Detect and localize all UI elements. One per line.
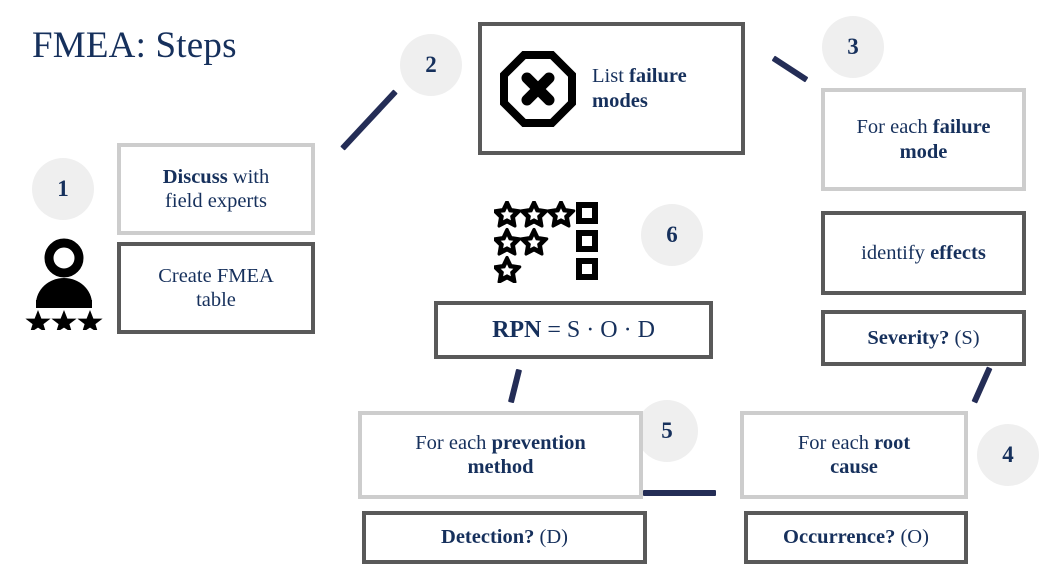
box-create-fmea-table[interactable]: Create FMEA table (117, 242, 315, 334)
box-label: Severity? (S) (867, 326, 979, 350)
occurrence-bold-text: Occurrence? (783, 526, 896, 549)
box-label: Detection? (D) (441, 525, 568, 549)
failure-mode-bold-text: failure (932, 116, 991, 139)
root-cause-prefix-text: For each (797, 431, 875, 454)
box-label: Discuss with field experts (163, 165, 270, 213)
prevention-bold2-text: method (467, 456, 534, 478)
box-label: Occurrence? (O) (783, 525, 929, 549)
create-fmea-text: Create FMEA (158, 264, 274, 287)
person-with-three-stars-icon (24, 238, 104, 330)
connector-step5-to-step6 (507, 368, 523, 404)
detection-bold-text: Detection? (441, 526, 535, 549)
box-detection-d[interactable]: Detection? (D) (362, 511, 647, 564)
detection-rest-text: (D) (534, 526, 568, 549)
discuss-bold-text: Discuss (162, 165, 228, 188)
occurrence-rest-text: (O) (895, 526, 929, 549)
root-cause-bold-text: root (874, 431, 911, 454)
severity-rest-text: (S) (949, 326, 980, 349)
box-label: List failure modes (592, 64, 735, 112)
discuss-line2-text: field experts (165, 190, 267, 212)
box-occurrence-o[interactable]: Occurrence? (O) (744, 511, 968, 564)
connector-step4-to-step5 (643, 490, 716, 496)
rpn-bold-text: RPN (492, 316, 542, 343)
box-for-each-failure-mode[interactable]: For each failure mode (821, 88, 1026, 191)
discuss-rest-text: with (227, 165, 270, 188)
box-discuss-with-field-experts[interactable]: Discuss with field experts (117, 143, 315, 235)
connector-step3-to-step4 (971, 366, 993, 404)
prevention-bold-text: prevention (491, 431, 586, 454)
prevention-prefix-text: For each (415, 431, 492, 454)
stars-and-squares-rating-icon (492, 199, 598, 284)
step-badge-3: 3 (822, 16, 884, 78)
box-rpn-formula[interactable]: RPN = S · O · D (434, 301, 713, 359)
failure-mode-bold2-text: mode (899, 140, 948, 163)
severity-bold-text: Severity? (867, 326, 950, 349)
box-label: For each root cause (798, 431, 910, 479)
identify-bold-text: effects (930, 241, 986, 264)
step-badge-6: 6 (641, 204, 703, 266)
root-cause-bold2-text: cause (830, 456, 878, 478)
rpn-rest-text: = S · O · D (541, 316, 655, 343)
step-badge-2: 2 (400, 34, 462, 96)
box-label: Create FMEA table (158, 264, 274, 312)
failure-mode-prefix-text: For each (856, 116, 933, 139)
box-severity-s[interactable]: Severity? (S) (821, 310, 1026, 366)
fmea-steps-diagram: FMEA: Steps 1 Discuss withfield experts (0, 0, 1043, 586)
octagon-x-icon (500, 50, 576, 127)
step-badge-5: 5 (636, 400, 698, 462)
box-identify-effects[interactable]: identify effects (821, 211, 1026, 295)
box-label: RPN = S · O · D (492, 316, 655, 344)
create-fmea-line2-text: table (196, 289, 236, 311)
list-prefix-text: List (592, 65, 630, 88)
page-title: FMEA: Steps (32, 25, 237, 66)
list-bold-text: failure (629, 65, 687, 88)
box-label: For each prevention method (415, 431, 585, 479)
box-label: For each failure mode (857, 115, 991, 163)
connector-step1-to-step2 (340, 89, 398, 151)
step-badge-1: 1 (32, 158, 94, 220)
step-badge-4: 4 (977, 424, 1039, 486)
box-for-each-prevention-method[interactable]: For each prevention method (358, 411, 643, 499)
identify-prefix-text: identify (861, 241, 931, 264)
connector-step2-to-step3 (771, 55, 809, 83)
box-label: identify effects (861, 241, 986, 265)
list-bold2-text: modes (592, 89, 648, 112)
box-list-failure-modes[interactable]: List failure modes (478, 22, 745, 155)
box-for-each-root-cause[interactable]: For each root cause (740, 411, 968, 499)
